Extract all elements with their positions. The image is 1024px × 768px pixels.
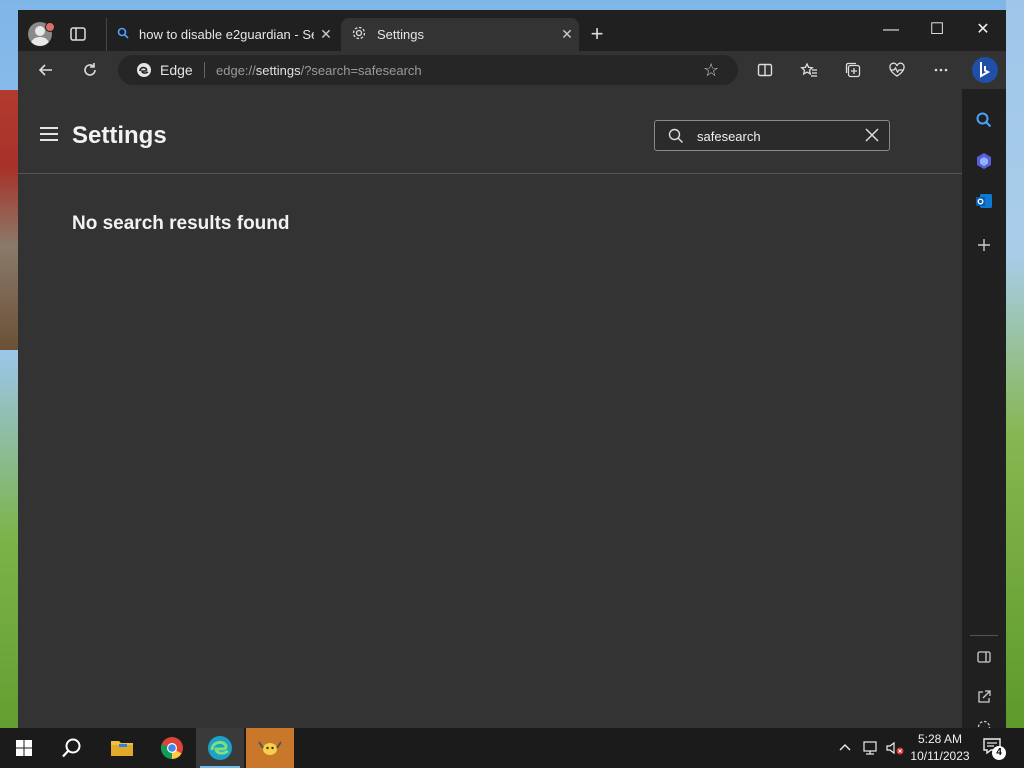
address-separator [204, 62, 205, 78]
favorite-star-icon[interactable]: ☆ [703, 60, 719, 81]
sidebar-settings-icon[interactable] [974, 719, 994, 728]
tab-settings[interactable]: Settings ✕ [341, 18, 579, 51]
desktop-background-left [0, 90, 18, 350]
collections-icon[interactable] [840, 57, 866, 83]
desktop-background-right [1006, 0, 1024, 728]
volume-muted-icon[interactable] [885, 728, 905, 768]
menu-icon[interactable] [40, 127, 58, 141]
edge-brand-label: Edge [160, 62, 193, 78]
minimize-button[interactable]: — [868, 16, 914, 44]
copilot-icon[interactable] [974, 151, 994, 171]
edge-sidebar [962, 89, 1006, 728]
add-icon[interactable] [974, 235, 994, 255]
edge-browser-window: how to disable e2guardian - Sear ✕ Setti… [18, 10, 1006, 728]
url-text[interactable]: edge://settings/?search=safesearch [216, 63, 422, 78]
navigation-bar: Edge edge://settings/?search=safesearch … [18, 51, 1006, 89]
tab-strip: how to disable e2guardian - Sear ✕ Setti… [18, 10, 1006, 51]
header-divider [18, 173, 962, 174]
tab-search-results[interactable]: how to disable e2guardian - Sear ✕ [106, 18, 338, 51]
tab-title: how to disable e2guardian - Sear [139, 27, 314, 42]
settings-search-box[interactable] [654, 120, 890, 151]
clear-search-icon[interactable] [863, 126, 881, 144]
split-screen-icon[interactable] [752, 57, 778, 83]
new-tab-button[interactable]: + [586, 23, 608, 46]
windows-taskbar: 5:28 AM 10/11/2023 4 [0, 728, 1024, 768]
page-title: Settings [72, 122, 167, 149]
sidebar-divider [970, 635, 998, 636]
profile-notification-dot [45, 22, 55, 32]
edge-taskbar-icon[interactable] [196, 728, 244, 768]
maximize-button[interactable]: ☐ [914, 16, 960, 44]
settings-page: Settings No search results found [18, 89, 962, 728]
app-icon[interactable] [246, 728, 294, 768]
tab-title: Settings [377, 27, 424, 42]
start-button[interactable] [0, 728, 48, 768]
file-explorer-icon[interactable] [98, 728, 146, 768]
show-hidden-icons[interactable] [838, 728, 852, 768]
clock-time: 5:28 AM [917, 732, 963, 746]
clock-date: 10/11/2023 [910, 749, 970, 763]
more-options-icon[interactable] [928, 57, 954, 83]
back-button[interactable] [33, 57, 59, 83]
notification-count-badge: 4 [992, 746, 1006, 760]
tab-actions-icon[interactable] [68, 24, 88, 44]
hide-sidebar-icon[interactable] [974, 647, 994, 667]
taskbar-search-icon[interactable] [48, 728, 96, 768]
edge-logo-icon [136, 62, 152, 78]
open-external-icon[interactable] [974, 687, 994, 707]
no-results-message: No search results found [72, 213, 290, 234]
outlook-icon[interactable] [974, 191, 994, 211]
search-icon [117, 27, 129, 42]
gear-icon [351, 25, 367, 44]
search-icon[interactable] [974, 110, 994, 130]
refresh-button[interactable] [77, 57, 103, 83]
bing-copilot-icon[interactable] [970, 55, 1000, 85]
search-icon [667, 127, 685, 145]
close-tab-icon[interactable]: ✕ [314, 26, 338, 43]
chrome-icon[interactable] [148, 728, 196, 768]
taskbar-clock[interactable]: 5:28 AM 10/11/2023 [905, 731, 975, 765]
network-icon[interactable] [862, 728, 880, 768]
browser-essentials-icon[interactable] [884, 57, 910, 83]
close-tab-icon[interactable]: ✕ [555, 26, 579, 43]
close-window-button[interactable]: ✕ [960, 16, 1006, 44]
address-bar[interactable]: Edge edge://settings/?search=safesearch … [118, 55, 738, 85]
settings-search-input[interactable] [697, 126, 847, 146]
favorites-icon[interactable] [796, 57, 822, 83]
